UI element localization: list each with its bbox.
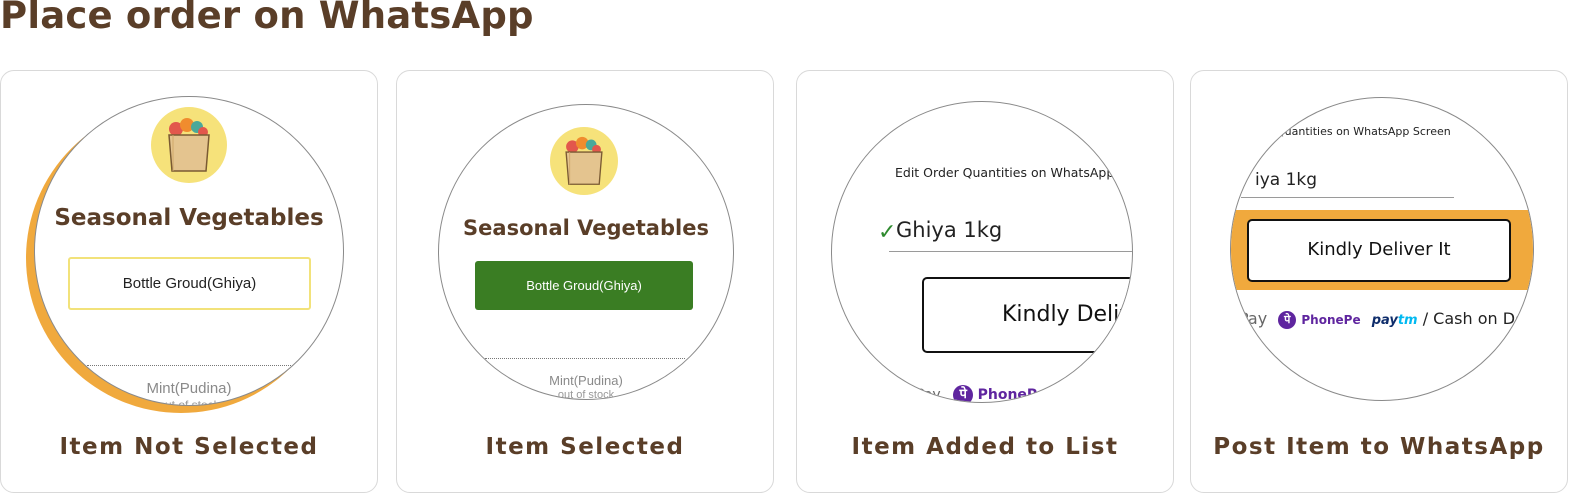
grocery-bag-icon [151,107,227,183]
item-separator [485,358,685,359]
order-line-underline [889,251,1132,252]
pay-partial-text: Pay [1239,309,1268,328]
zoom-circle: Quantities on WhatsApp Screen iya 1kg Ki… [1230,97,1534,401]
checkmark-icon: ✓ [878,220,897,245]
order-line-text[interactable]: Ghiya 1kg [896,218,1002,242]
cash-on-delivery-text: / Cash on Delive [1422,309,1534,328]
category-title: Seasonal Vegetables [54,205,324,231]
payment-options-row: Pay पे PhoneP [916,385,1038,403]
next-item-name: Mint(Pudina) [549,373,623,388]
paytm-logo: paytm [1372,313,1418,328]
phonepe-icon: पे [1278,310,1297,329]
zoom-circle: Seasonal Vegetables Bottle Groud(Ghiya) … [34,96,344,406]
next-item-status: out of stock [557,389,615,400]
step-caption: Item Not Selected [59,434,319,460]
order-line-text[interactable]: iya 1kg [1255,170,1317,190]
whatsapp-screen-caption: Quantities on WhatsApp Screen [1276,125,1451,138]
item-separator [87,365,297,366]
next-item-status: out of stock [158,398,220,406]
kindly-deliver-label: Kindly Deliv [1002,302,1133,327]
step-caption: Item Added to List [851,434,1119,460]
item-button-selected[interactable]: Bottle Groud(Ghiya) [475,261,693,310]
next-item-name: Mint(Pudina) [146,380,232,397]
kindly-deliver-button[interactable]: Kindly Deliv [922,277,1133,353]
item-button-unselected[interactable]: Bottle Groud(Ghiya) [68,257,311,310]
zoom-circle: Seasonal Vegetables Bottle Groud(Ghiya) … [438,104,734,400]
order-line-underline [1241,197,1454,198]
phonepe-icon: पे [953,385,974,402]
page-title: Place order on WhatsApp [0,0,534,37]
phonepe-logo-text: PhoneP [977,387,1038,403]
step-card-item-added: Edit Order Quantities on WhatsApp Sc ✓ G… [796,70,1174,493]
step-caption: Post Item to WhatsApp [1213,434,1545,460]
kindly-deliver-button[interactable]: Kindly Deliver It [1247,219,1511,282]
paytm-logo-pay: pay [1371,313,1398,328]
phonepe-logo-text: PhonePe [1301,313,1361,327]
category-title: Seasonal Vegetables [463,216,709,240]
step-card-post-whatsapp: Quantities on WhatsApp Screen iya 1kg Ki… [1190,70,1568,493]
zoom-circle: Edit Order Quantities on WhatsApp Sc ✓ G… [831,101,1133,403]
step-card-item-selected: Seasonal Vegetables Bottle Groud(Ghiya) … [396,70,774,493]
step-caption: Item Selected [485,434,685,460]
whatsapp-screen-caption: Edit Order Quantities on WhatsApp Sc [895,165,1133,180]
step-card-item-not-selected: Seasonal Vegetables Bottle Groud(Ghiya) … [0,70,378,493]
pay-partial-text: Pay [916,387,941,403]
paytm-logo-tm: tm [1397,313,1418,328]
payment-options-row: Pay पे PhonePe paytm / Cash on Delive [1239,309,1534,329]
grocery-bag-icon [550,127,618,195]
kindly-deliver-label: Kindly Deliver It [1307,239,1451,260]
